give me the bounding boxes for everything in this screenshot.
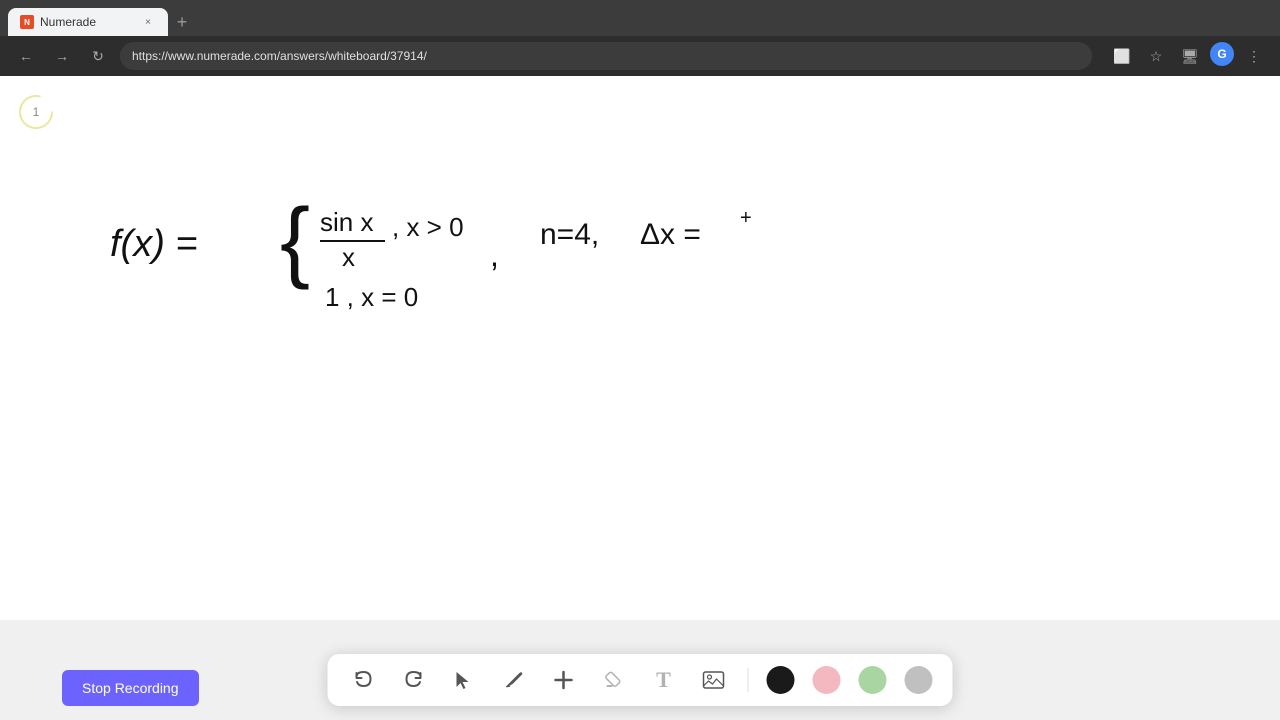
- tab-close-button[interactable]: ×: [140, 14, 156, 30]
- svg-text:{: {: [280, 191, 310, 291]
- pen-tool-button[interactable]: [498, 664, 530, 696]
- svg-text:x: x: [342, 242, 355, 272]
- svg-text:Δx =: Δx =: [640, 218, 701, 251]
- color-pink-button[interactable]: [813, 666, 841, 694]
- display-button[interactable]: 🖥: [1176, 42, 1204, 70]
- svg-text:sin x: sin x: [320, 207, 373, 237]
- svg-text:f(x) =: f(x) =: [110, 223, 198, 265]
- tab-favicon: N: [20, 15, 34, 29]
- back-button[interactable]: ←: [12, 42, 40, 70]
- svg-text:N: N: [24, 18, 30, 27]
- cast-button[interactable]: ⬜: [1108, 42, 1136, 70]
- profile-button[interactable]: G: [1210, 42, 1234, 66]
- highlighter-button[interactable]: [598, 664, 630, 696]
- tab-bar: N Numerade × +: [0, 0, 1280, 36]
- tab-title: Numerade: [40, 15, 134, 29]
- new-tab-button[interactable]: +: [168, 8, 196, 36]
- browser-chrome: N Numerade × + ← → ↻ https://www.numerad…: [0, 0, 1280, 76]
- add-button[interactable]: [548, 664, 580, 696]
- image-tool-button[interactable]: [698, 664, 730, 696]
- timer-circle: 1: [18, 94, 54, 130]
- svg-text:n=4,: n=4,: [540, 218, 599, 251]
- bottom-area: Stop Recording: [0, 620, 1280, 720]
- math-svg: f(x) = { sin x x , x > 0 , 1 , x = 0 n=4…: [80, 176, 800, 356]
- browser-actions: ⬜ ☆ 🖥 G ⋮: [1108, 42, 1268, 70]
- redo-button[interactable]: [398, 664, 430, 696]
- svg-text:, x > 0: , x > 0: [392, 212, 464, 242]
- select-tool-button[interactable]: [448, 664, 480, 696]
- svg-text:,: ,: [490, 237, 499, 273]
- forward-button[interactable]: →: [48, 42, 76, 70]
- url-bar[interactable]: https://www.numerade.com/answers/whitebo…: [120, 42, 1092, 70]
- math-content: f(x) = { sin x x , x > 0 , 1 , x = 0 n=4…: [80, 176, 800, 361]
- color-green-button[interactable]: [859, 666, 887, 694]
- browser-tab[interactable]: N Numerade ×: [8, 8, 168, 36]
- svg-text:+: +: [740, 207, 752, 229]
- refresh-button[interactable]: ↻: [84, 42, 112, 70]
- stop-recording-button[interactable]: Stop Recording: [62, 670, 199, 706]
- content-area: 1 f(x) = { sin x x , x > 0 ,: [0, 76, 1280, 720]
- color-gray-button[interactable]: [905, 666, 933, 694]
- toolbar-divider: [748, 668, 749, 692]
- svg-text:1 , x = 0: 1 , x = 0: [325, 282, 418, 312]
- whiteboard[interactable]: 1 f(x) = { sin x x , x > 0 ,: [0, 76, 1280, 620]
- drawing-toolbar: T: [328, 654, 953, 706]
- bookmark-button[interactable]: ☆: [1142, 42, 1170, 70]
- menu-button[interactable]: ⋮: [1240, 42, 1268, 70]
- svg-text:1: 1: [33, 105, 40, 119]
- address-bar: ← → ↻ https://www.numerade.com/answers/w…: [0, 36, 1280, 76]
- undo-button[interactable]: [348, 664, 380, 696]
- color-black-button[interactable]: [767, 666, 795, 694]
- text-tool-button[interactable]: T: [648, 664, 680, 696]
